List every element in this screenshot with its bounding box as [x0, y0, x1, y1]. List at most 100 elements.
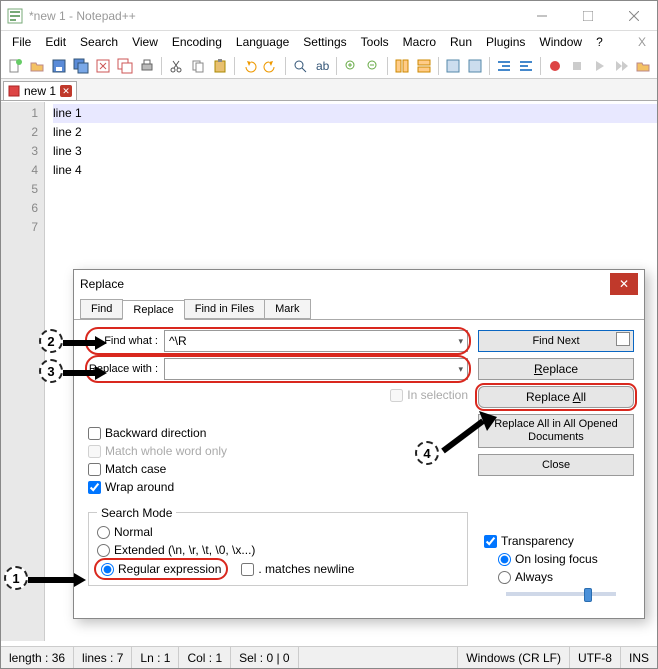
- status-lines: lines : 7: [74, 647, 132, 668]
- close-button[interactable]: [611, 1, 657, 31]
- menu-help[interactable]: ?: [589, 33, 610, 51]
- editor-tabstrip: new 1 ✕: [1, 79, 657, 101]
- menu-search[interactable]: Search: [73, 33, 125, 51]
- status-encoding: UTF-8: [570, 647, 621, 668]
- wrap-icon[interactable]: [443, 56, 463, 76]
- status-mode: INS: [621, 647, 657, 668]
- dialog-close-button[interactable]: ✕: [610, 273, 638, 295]
- macro-record-icon[interactable]: [545, 56, 565, 76]
- maximize-button[interactable]: [565, 1, 611, 31]
- redo-icon[interactable]: [261, 56, 281, 76]
- annotation-arrow-4: [439, 411, 499, 458]
- transparency-slider[interactable]: [506, 592, 616, 596]
- annotation-4: 4: [415, 441, 439, 465]
- dirty-file-icon: [8, 85, 20, 97]
- zoom-in-icon[interactable]: [341, 56, 361, 76]
- macro-stop-icon[interactable]: [567, 56, 587, 76]
- match-case-check[interactable]: Match case: [88, 462, 468, 476]
- menu-tools[interactable]: Tools: [354, 33, 396, 51]
- window-title: *new 1 - Notepad++: [29, 9, 519, 23]
- undo-icon[interactable]: [239, 56, 259, 76]
- annotation-2: 2: [39, 329, 63, 353]
- tab-mark[interactable]: Mark: [264, 299, 310, 319]
- macro-play-icon[interactable]: [589, 56, 609, 76]
- annotation-1: 1: [4, 566, 28, 590]
- menu-window[interactable]: Window: [532, 33, 589, 51]
- find-input[interactable]: ^\R ▾: [164, 330, 468, 352]
- menu-edit[interactable]: Edit: [38, 33, 73, 51]
- status-ln: Ln : 1: [132, 647, 179, 668]
- find-next-button[interactable]: Find Next: [478, 330, 634, 352]
- minimize-button[interactable]: [519, 1, 565, 31]
- chevron-down-icon[interactable]: ▾: [458, 336, 463, 347]
- toolbar: ab: [1, 53, 657, 79]
- annotation-arrow-2: [63, 336, 107, 353]
- editor-tab[interactable]: new 1 ✕: [3, 81, 77, 100]
- tab-replace[interactable]: Replace: [122, 300, 184, 320]
- new-file-icon[interactable]: [5, 56, 25, 76]
- pin-checkbox[interactable]: [616, 332, 630, 346]
- menu-file[interactable]: File: [5, 33, 38, 51]
- status-sel: Sel : 0 | 0: [231, 647, 298, 668]
- paste-icon[interactable]: [210, 56, 230, 76]
- tab-close-icon[interactable]: ✕: [60, 85, 72, 97]
- replace-dialog: Replace ✕ Find Replace Find in Files Mar…: [73, 269, 645, 619]
- annotation-arrow-3: [63, 366, 107, 383]
- menu-language[interactable]: Language: [229, 33, 296, 51]
- mode-extended[interactable]: Extended (\n, \r, \t, \0, \x...): [97, 543, 459, 557]
- status-col: Col : 1: [179, 647, 231, 668]
- replace-button[interactable]: Replace: [478, 358, 634, 380]
- wrap-check[interactable]: Wrap around: [88, 480, 468, 494]
- replace-row: Replace with : ▾: [88, 358, 468, 380]
- mode-regex[interactable]: Regular expression: [97, 561, 225, 577]
- zoom-out-icon[interactable]: [363, 56, 383, 76]
- indent-icon[interactable]: [494, 56, 514, 76]
- menu-macro[interactable]: Macro: [396, 33, 443, 51]
- dialog-title: Replace: [80, 277, 610, 291]
- print-icon[interactable]: [137, 56, 157, 76]
- annotation-3: 3: [39, 359, 63, 383]
- backward-check[interactable]: Backward direction: [88, 426, 468, 440]
- find-row: Find what : ^\R ▾: [88, 330, 468, 352]
- menu-run[interactable]: Run: [443, 33, 479, 51]
- in-selection-check: In selection: [390, 388, 468, 402]
- status-eol: Windows (CR LF): [458, 647, 570, 668]
- close-file-icon[interactable]: [93, 56, 113, 76]
- sync-h-icon[interactable]: [414, 56, 434, 76]
- replace-input[interactable]: ▾: [164, 358, 468, 380]
- editor-tab-label: new 1: [24, 84, 56, 98]
- annotation-arrow-1: [28, 573, 86, 590]
- transp-losing-focus[interactable]: On losing focus: [498, 552, 634, 566]
- wrap2-icon[interactable]: [465, 56, 485, 76]
- copy-icon[interactable]: [188, 56, 208, 76]
- close-dialog-button[interactable]: Close: [478, 454, 634, 476]
- titlebar: *new 1 - Notepad++: [1, 1, 657, 31]
- replace-icon[interactable]: ab: [312, 56, 332, 76]
- close-all-icon[interactable]: [115, 56, 135, 76]
- find-icon[interactable]: [290, 56, 310, 76]
- chevron-down-icon[interactable]: ▾: [458, 364, 463, 375]
- menu-extra-x[interactable]: X: [631, 33, 653, 51]
- dot-newline-check[interactable]: . matches newline: [241, 562, 354, 576]
- transparency-check[interactable]: Transparency: [484, 534, 634, 548]
- outdent-icon[interactable]: [516, 56, 536, 76]
- open-file-icon[interactable]: [27, 56, 47, 76]
- save-all-icon[interactable]: [71, 56, 91, 76]
- macro-play-multi-icon[interactable]: [611, 56, 631, 76]
- replace-all-docs-button[interactable]: Replace All in All Opened Documents: [478, 414, 634, 448]
- status-length: length : 36: [1, 647, 74, 668]
- tab-find[interactable]: Find: [80, 299, 123, 319]
- cut-icon[interactable]: [166, 56, 186, 76]
- menu-encoding[interactable]: Encoding: [165, 33, 229, 51]
- mode-normal[interactable]: Normal: [97, 525, 459, 539]
- menu-settings[interactable]: Settings: [296, 33, 353, 51]
- replace-all-button[interactable]: Replace All: [478, 386, 634, 408]
- transp-always[interactable]: Always: [498, 570, 634, 584]
- tab-find-in-files[interactable]: Find in Files: [184, 299, 265, 319]
- sync-v-icon[interactable]: [392, 56, 412, 76]
- menu-plugins[interactable]: Plugins: [479, 33, 532, 51]
- folder-icon[interactable]: [633, 56, 653, 76]
- menu-view[interactable]: View: [125, 33, 165, 51]
- save-icon[interactable]: [49, 56, 69, 76]
- menubar: File Edit Search View Encoding Language …: [1, 31, 657, 53]
